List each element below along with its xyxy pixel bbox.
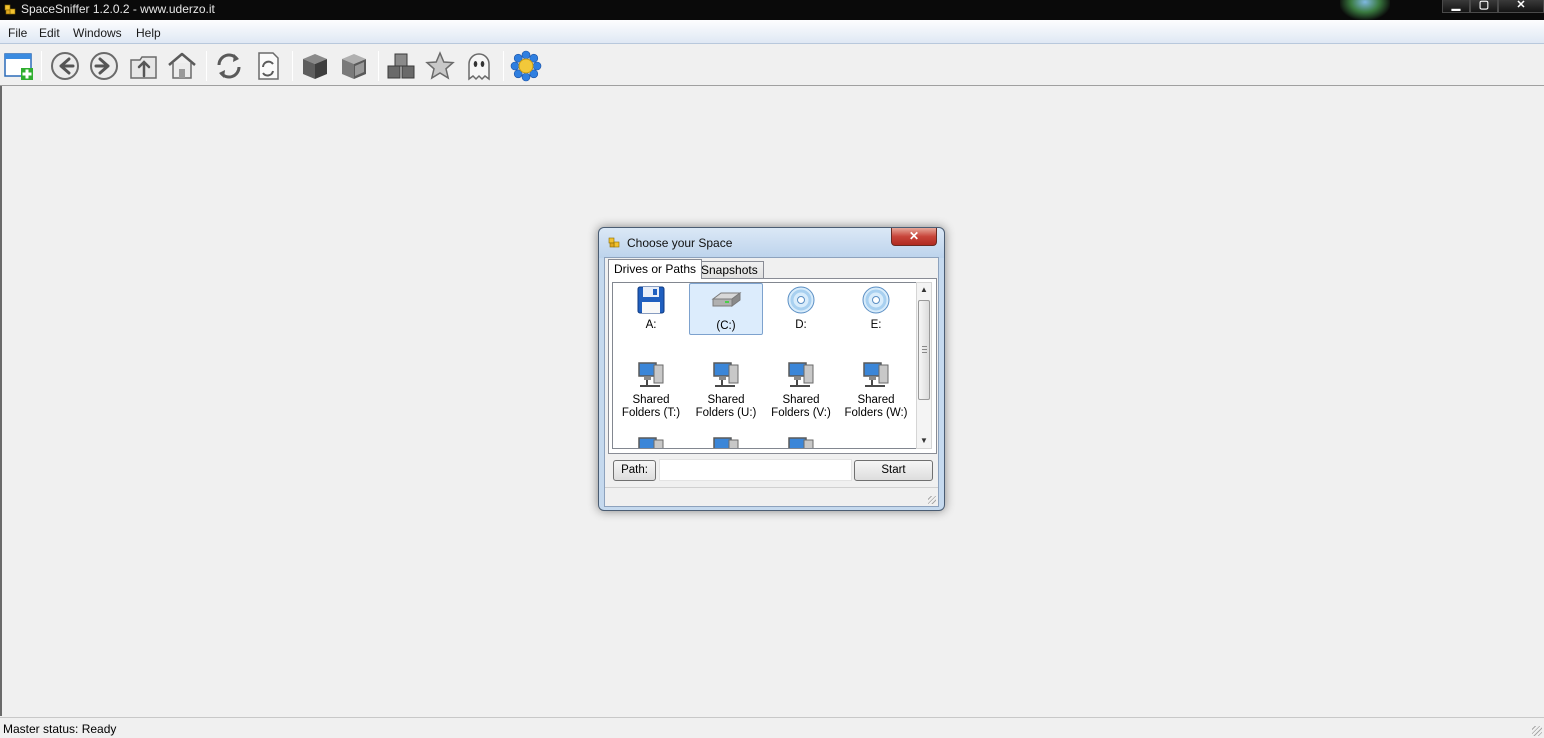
toolbar	[0, 45, 1544, 86]
resize-grip[interactable]	[1532, 726, 1542, 736]
drive-item-u[interactable]: Shared Folders (U:)	[689, 358, 763, 420]
drive-item-partial[interactable]	[764, 433, 838, 448]
star-button[interactable]	[423, 49, 457, 83]
refresh-icon	[217, 53, 241, 79]
forward-button[interactable]	[87, 49, 121, 83]
menu-bar: File Edit Windows Help	[0, 20, 1544, 44]
new-window-icon	[4, 53, 33, 80]
dialog-resize-grip[interactable]	[928, 496, 936, 504]
network-drive-icon	[788, 362, 814, 387]
drive-item-d[interactable]: D:	[764, 283, 838, 332]
drive-item-partial[interactable]	[689, 433, 763, 448]
box-icon	[303, 54, 327, 79]
about-button[interactable]	[509, 49, 543, 83]
home-icon	[168, 52, 196, 79]
menu-file[interactable]: File	[8, 26, 27, 40]
floppy-disk-icon	[637, 286, 665, 314]
drive-list-scrollbar[interactable]: ▲ ▼	[916, 282, 932, 449]
path-input[interactable]	[659, 459, 852, 481]
drive-label: Shared Folders (U:)	[695, 394, 757, 419]
hard-drive-icon	[711, 292, 742, 307]
blocks-button[interactable]	[384, 49, 418, 83]
box-open-button[interactable]	[337, 49, 371, 83]
toolbar-separator	[503, 51, 504, 81]
up-folder-button[interactable]	[127, 49, 161, 83]
drive-item-e[interactable]: E:	[839, 283, 913, 332]
blocks-icon	[387, 53, 415, 79]
drive-list: A: (C:) D: E: Shared Folders (T:) Shared…	[612, 282, 917, 449]
start-button[interactable]: Start	[854, 460, 933, 481]
back-icon	[51, 52, 79, 80]
dialog-status-bar	[605, 487, 938, 506]
toolbar-separator	[378, 51, 379, 81]
drive-label: Shared Folders (V:)	[771, 394, 831, 419]
scroll-grip	[922, 346, 927, 353]
drive-label: A:	[645, 319, 657, 331]
dialog-body: Drives or Paths Snapshots A: (C:) D: E: …	[604, 257, 939, 507]
scroll-down-arrow-icon[interactable]: ▼	[917, 434, 931, 448]
refresh-document-button[interactable]	[251, 49, 285, 83]
drive-item-w[interactable]: Shared Folders (W:)	[839, 358, 913, 420]
flower-icon	[510, 50, 542, 82]
scroll-thumb[interactable]	[918, 300, 930, 400]
drive-item-t[interactable]: Shared Folders (T:)	[614, 358, 688, 420]
network-drive-icon	[713, 437, 739, 448]
app-icon	[608, 237, 620, 248]
dialog-title: Choose your Space	[627, 236, 733, 250]
ghost-icon	[468, 53, 490, 81]
tab-drives-or-paths[interactable]: Drives or Paths	[608, 259, 703, 279]
box-open-icon	[342, 54, 366, 79]
menu-edit[interactable]: Edit	[39, 26, 60, 40]
window-title: SpaceSniffer 1.2.0.2 - www.uderzo.it	[21, 2, 215, 16]
drive-item-v[interactable]: Shared Folders (V:)	[764, 358, 838, 420]
box-button[interactable]	[298, 49, 332, 83]
cd-drive-icon	[787, 286, 815, 314]
toolbar-separator	[41, 51, 42, 81]
minimize-button[interactable]: ▁	[1442, 0, 1470, 13]
dialog-title-bar: Choose your Space ✕	[599, 228, 944, 258]
network-drive-icon	[788, 437, 814, 448]
status-text: Master status: Ready	[3, 722, 117, 736]
drive-item-partial[interactable]	[614, 433, 688, 448]
up-folder-icon	[130, 56, 157, 79]
path-button[interactable]: Path:	[613, 460, 656, 481]
star-icon	[425, 51, 455, 80]
back-button[interactable]	[48, 49, 82, 83]
new-window-button[interactable]	[2, 49, 36, 83]
close-button[interactable]: ✕	[1498, 0, 1544, 13]
status-bar: Master status: Ready	[0, 717, 1544, 738]
menu-help[interactable]: Help	[136, 26, 161, 40]
app-icon	[4, 4, 16, 15]
maximize-button[interactable]: ▢	[1470, 0, 1498, 13]
network-drive-icon	[863, 362, 889, 387]
drive-label: E:	[870, 319, 882, 331]
refresh-button[interactable]	[212, 49, 246, 83]
drives-tab-panel: A: (C:) D: E: Shared Folders (T:) Shared…	[608, 278, 937, 454]
network-drive-icon	[638, 362, 664, 387]
title-bar: SpaceSniffer 1.2.0.2 - www.uderzo.it ▁ ▢…	[0, 0, 1544, 20]
network-drive-icon	[713, 362, 739, 387]
choose-space-dialog: Choose your Space ✕ Drives or Paths Snap…	[598, 227, 945, 511]
drive-item-c[interactable]: (C:)	[689, 283, 763, 335]
taskbar-glow	[1340, 0, 1390, 20]
dialog-close-button[interactable]: ✕	[891, 228, 937, 246]
scroll-up-arrow-icon[interactable]: ▲	[917, 283, 931, 297]
menu-windows[interactable]: Windows	[73, 26, 122, 40]
refresh-document-icon	[258, 52, 279, 80]
drive-label: (C:)	[716, 320, 736, 332]
drive-item-a[interactable]: A:	[614, 283, 688, 332]
home-button[interactable]	[165, 49, 199, 83]
drive-label: D:	[795, 319, 807, 331]
drive-label: Shared Folders (W:)	[844, 394, 908, 419]
tab-snapshots[interactable]: Snapshots	[695, 261, 764, 278]
ghost-button[interactable]	[462, 49, 496, 83]
drive-label: Shared Folders (T:)	[621, 394, 681, 419]
cd-drive-icon	[862, 286, 890, 314]
network-drive-icon	[638, 437, 664, 448]
forward-icon	[90, 52, 118, 80]
toolbar-separator	[206, 51, 207, 81]
toolbar-separator	[292, 51, 293, 81]
